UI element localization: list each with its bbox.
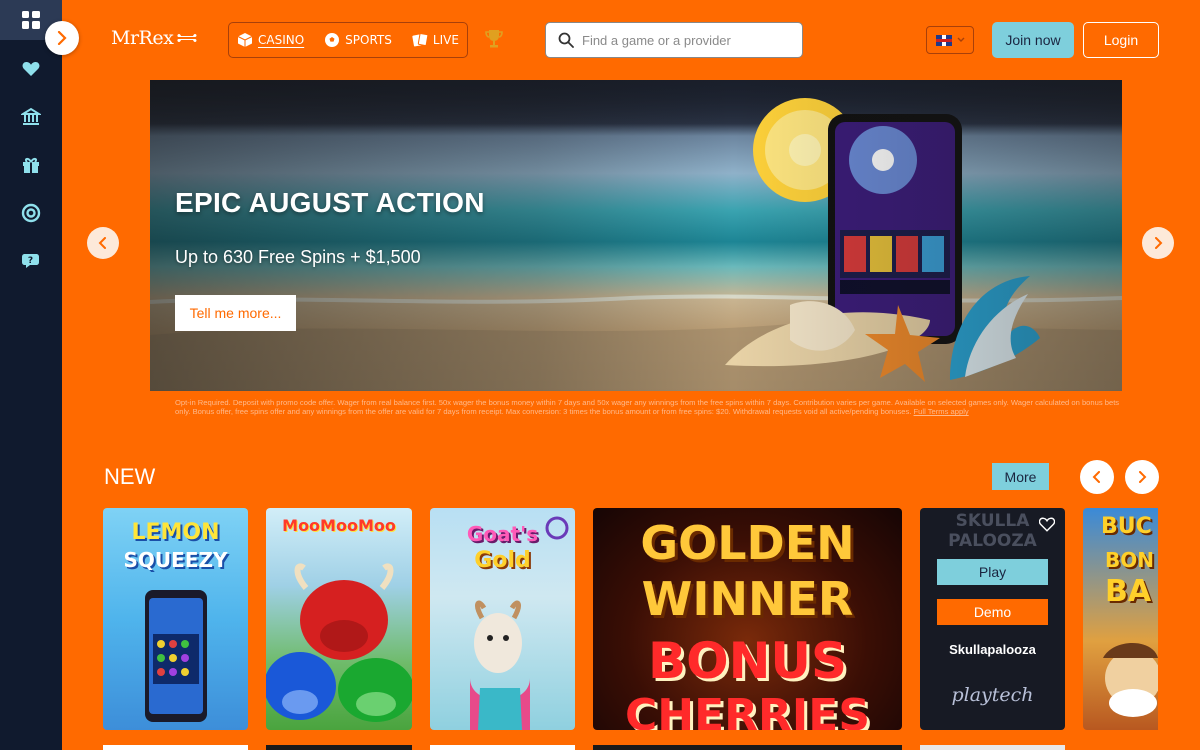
banner-prev-button[interactable] — [87, 227, 119, 259]
game-tile-moomoomoo[interactable]: MooMooMoo — [266, 508, 412, 730]
promo-terms: Opt-in Required. Deposit with promo code… — [175, 398, 1120, 417]
nav-sports-label: SPORTS — [345, 33, 392, 47]
game-tile-golden-winner-bonus-cherries[interactable]: GOLDEN WINNER BONUS CHERRIES — [593, 508, 902, 730]
chevron-left-icon — [98, 237, 106, 249]
sidebar-item-favourites[interactable] — [0, 49, 62, 89]
game-art — [145, 590, 207, 722]
banner-subtitle: Up to 630 Free Spins + $1,500 — [175, 247, 421, 267]
promo-terms-text: Opt-in Required. Deposit with promo code… — [175, 398, 1120, 417]
sidebar-item-promotions[interactable] — [0, 145, 62, 185]
more-button[interactable]: More — [992, 463, 1049, 490]
play-button[interactable]: Play — [937, 559, 1048, 585]
game-title-line3: BONUS — [647, 632, 848, 690]
gift-icon — [23, 158, 39, 173]
svg-text:?: ? — [28, 256, 33, 266]
full-terms-link[interactable]: Full Terms apply — [914, 407, 969, 416]
search-icon — [558, 32, 574, 48]
banner-title: EPIC AUGUST ACTION — [175, 187, 485, 218]
game-art — [1103, 643, 1158, 717]
product-nav: CASINO SPORTS LIVE — [228, 22, 468, 58]
nav-casino-label: CASINO — [258, 33, 305, 47]
chevron-right-icon — [1155, 237, 1163, 249]
next-row-tile — [593, 745, 902, 750]
nav-live[interactable]: LIVE — [412, 32, 459, 48]
bank-icon — [21, 107, 41, 125]
nav-live-label: LIVE — [432, 33, 459, 47]
grid-icon — [22, 11, 40, 29]
uk-flag-icon — [935, 34, 952, 46]
nav-casino[interactable]: CASINO — [237, 32, 304, 48]
banner-text-shade — [150, 80, 1122, 391]
site-logo[interactable]: MrRex — [111, 27, 198, 49]
trophy-icon — [485, 30, 503, 48]
game-title-line1: GOLDEN — [640, 516, 855, 570]
provider-logo: playtech — [951, 684, 1034, 706]
next-row-tile — [430, 745, 575, 750]
game-name: Skullapalooza — [949, 642, 1036, 657]
sidebar-expand-button[interactable] — [45, 21, 79, 55]
sidebar: ? — [0, 0, 62, 750]
game-title-line2: WINNER — [641, 572, 854, 626]
lifebuoy-icon — [21, 203, 41, 223]
favourite-button[interactable] — [1038, 517, 1056, 536]
chevron-down-icon — [957, 37, 964, 42]
login-button[interactable]: Login — [1083, 22, 1159, 58]
heart-icon — [22, 61, 40, 76]
support-icon: ? — [22, 254, 39, 268]
sidebar-item-responsible-gaming[interactable] — [0, 193, 62, 233]
game-art — [266, 563, 412, 722]
join-now-button[interactable]: Join now — [992, 22, 1074, 58]
search-input[interactable] — [582, 32, 782, 48]
banner-cta-button[interactable]: Tell me more... — [175, 295, 296, 331]
carousel-prev-button[interactable] — [1080, 460, 1114, 494]
chevron-right-icon — [57, 31, 67, 45]
banner-next-button[interactable] — [1142, 227, 1174, 259]
search-box[interactable] — [545, 22, 803, 58]
game-title-line4: CHERRIES — [624, 690, 871, 730]
chevron-right-icon — [1139, 471, 1147, 483]
section-title-new: NEW — [104, 464, 156, 489]
next-row-tile — [266, 745, 412, 750]
game-art — [470, 516, 569, 730]
tournaments-button[interactable] — [484, 28, 504, 54]
next-row-tile — [920, 745, 1065, 750]
promo-banner[interactable]: EPIC AUGUST ACTION Up to 630 Free Spins … — [150, 80, 1122, 391]
chevron-left-icon — [1092, 471, 1100, 483]
cards-icon — [412, 33, 428, 47]
game-tile-lemon-squeezy[interactable]: LEMON SQUEEZY — [103, 508, 248, 730]
sidebar-item-support[interactable]: ? — [0, 241, 62, 281]
sidebar-item-cashier[interactable] — [0, 97, 62, 137]
game-tile-skullapalooza[interactable]: SKULLA PALOOZA Play Demo Skullapalooza p… — [920, 508, 1065, 730]
language-selector[interactable] — [926, 26, 974, 54]
football-icon — [325, 33, 340, 47]
game-tile-partial[interactable]: BUC BON BA — [1083, 508, 1158, 730]
logo-text: MrRex — [111, 27, 174, 49]
dice-icon — [237, 33, 253, 47]
bone-icon — [177, 34, 197, 42]
game-tile-goats-gold[interactable]: Goat's Gold — [430, 508, 575, 730]
nav-sports[interactable]: SPORTS — [324, 32, 392, 48]
next-row-tile — [103, 745, 248, 750]
demo-button[interactable]: Demo — [937, 599, 1048, 625]
carousel-next-button[interactable] — [1125, 460, 1159, 494]
heart-outline-icon — [1038, 517, 1056, 532]
